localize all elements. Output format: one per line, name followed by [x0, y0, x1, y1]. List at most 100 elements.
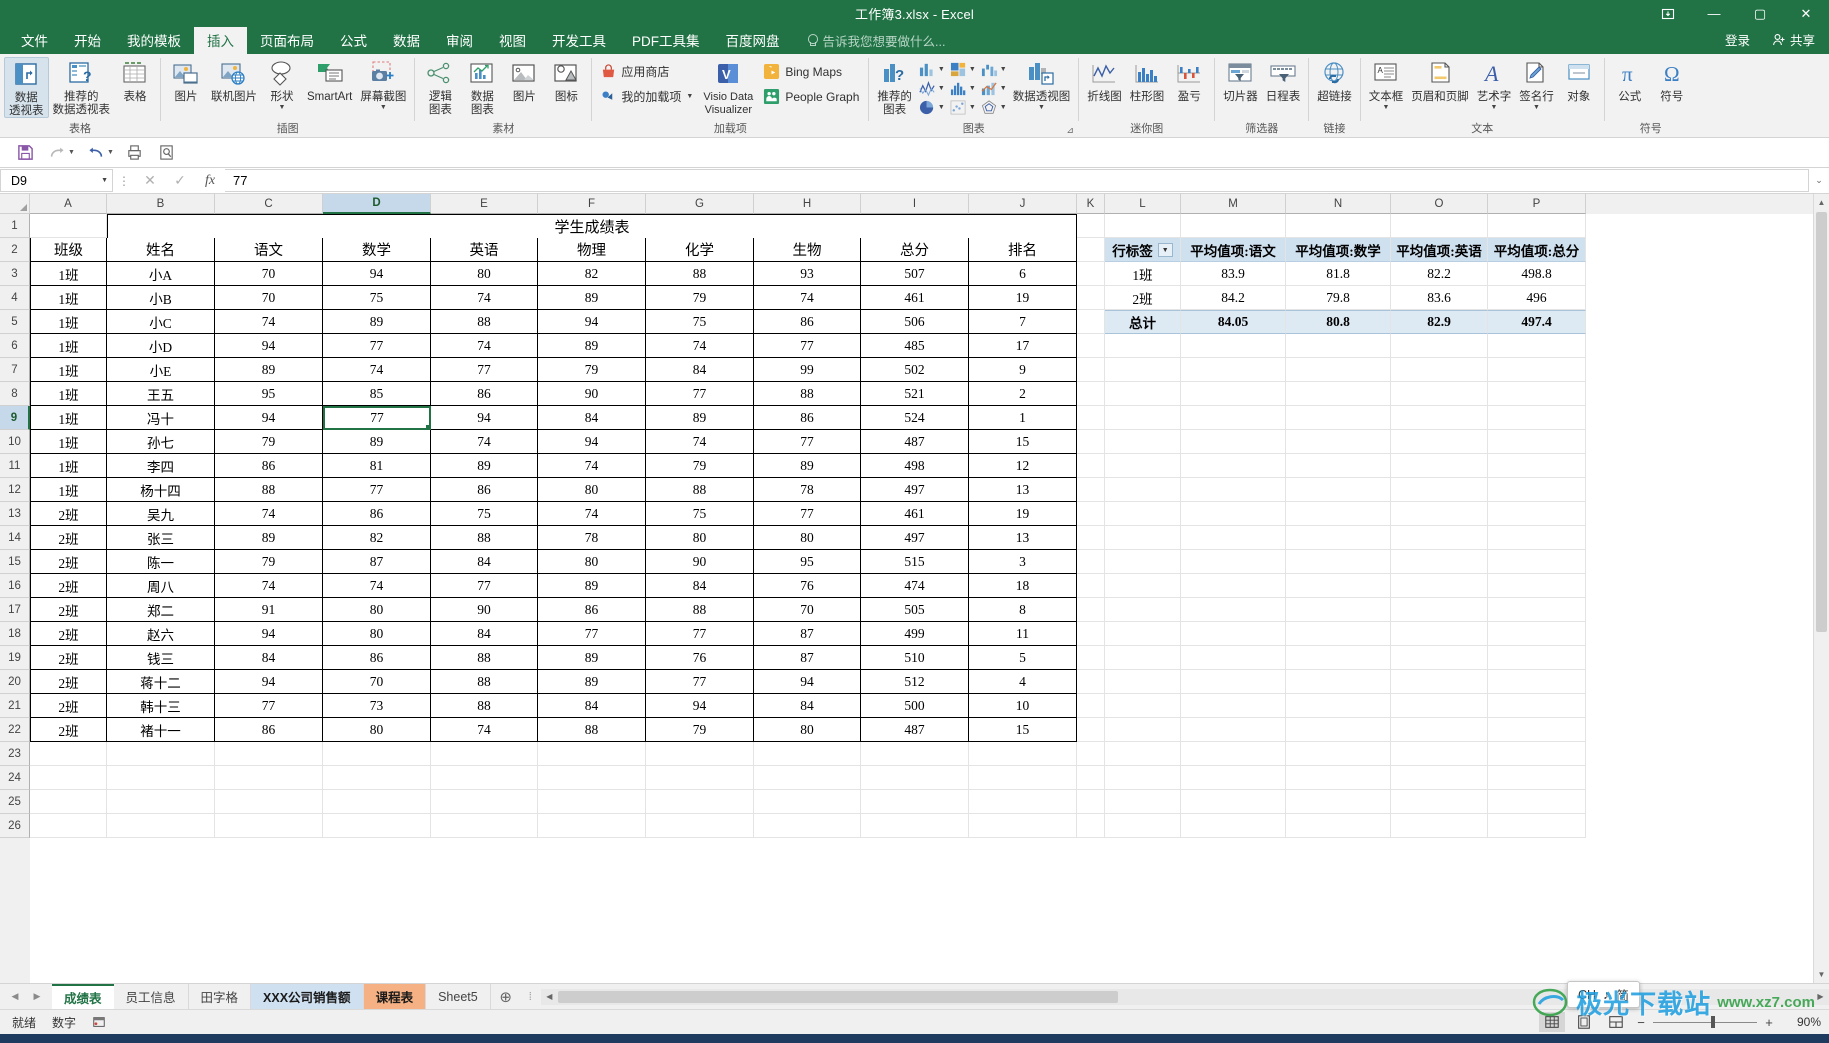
empty-cell[interactable] — [1181, 670, 1286, 694]
empty-cell[interactable] — [1391, 478, 1488, 502]
data-cell[interactable]: 1班 — [30, 286, 107, 310]
empty-cell[interactable] — [1077, 262, 1105, 286]
empty-cell[interactable] — [1391, 574, 1488, 598]
data-cell[interactable]: 1班 — [30, 454, 107, 478]
data-cell[interactable]: 88 — [538, 718, 646, 742]
data-cell[interactable]: 17 — [969, 334, 1077, 358]
data-cell[interactable]: 李四 — [107, 454, 215, 478]
empty-cell[interactable] — [1077, 646, 1105, 670]
empty-cell[interactable] — [1391, 430, 1488, 454]
data-cell[interactable]: 94 — [215, 670, 323, 694]
pivot-header-cell[interactable]: 平均值项:语文 — [1181, 238, 1286, 262]
empty-cell[interactable] — [1105, 670, 1181, 694]
scroll-right-button[interactable]: ▶ — [1812, 988, 1829, 1005]
data-cell[interactable]: 506 — [861, 310, 969, 334]
empty-cell[interactable] — [1105, 478, 1181, 502]
column-header-F[interactable]: F — [538, 194, 646, 214]
horizontal-scroll-thumb[interactable] — [557, 990, 1118, 1003]
sparkline-line-button[interactable]: 折线图 — [1083, 57, 1126, 104]
empty-cell[interactable] — [215, 766, 323, 790]
data-cell[interactable]: 91 — [215, 598, 323, 622]
sheet-tab-yuangongxinxi[interactable]: 员工信息 — [114, 984, 189, 1009]
data-cell[interactable]: 461 — [861, 502, 969, 526]
empty-cell[interactable] — [1077, 574, 1105, 598]
tab-page-layout[interactable]: 页面布局 — [247, 27, 327, 54]
data-cell[interactable]: 89 — [323, 310, 431, 334]
data-cell[interactable]: 75 — [646, 502, 754, 526]
sparkline-column-button[interactable]: 柱形图 — [1126, 57, 1169, 104]
empty-cell[interactable] — [646, 790, 754, 814]
pivot-data-cell[interactable]: 496 — [1488, 286, 1586, 310]
row-header-2[interactable]: 2 — [0, 238, 30, 262]
data-cell[interactable]: 郑二 — [107, 598, 215, 622]
page-layout-view-button[interactable] — [1571, 1012, 1597, 1032]
data-cell[interactable]: 461 — [861, 286, 969, 310]
empty-cell[interactable] — [1077, 502, 1105, 526]
table-header-cell[interactable]: 姓名 — [107, 238, 215, 262]
next-sheet-icon[interactable]: ▶ — [26, 985, 48, 1009]
empty-cell[interactable] — [1105, 406, 1181, 430]
row-header-16[interactable]: 16 — [0, 574, 30, 598]
empty-cell[interactable] — [1286, 718, 1391, 742]
empty-cell[interactable] — [1286, 742, 1391, 766]
empty-cell[interactable] — [1286, 790, 1391, 814]
data-cell[interactable]: 74 — [431, 430, 538, 454]
line-chart-button[interactable]: ▼ — [916, 79, 947, 98]
empty-cell[interactable] — [1391, 358, 1488, 382]
empty-cell[interactable] — [1391, 646, 1488, 670]
data-cell[interactable]: 515 — [861, 550, 969, 574]
empty-cell[interactable] — [1488, 334, 1586, 358]
data-cell[interactable]: 赵六 — [107, 622, 215, 646]
empty-cell[interactable] — [1181, 622, 1286, 646]
empty-cell[interactable] — [1105, 742, 1181, 766]
data-cell[interactable]: 74 — [646, 334, 754, 358]
filter-dropdown-icon[interactable]: ▼ — [1157, 242, 1173, 257]
data-cell[interactable]: 77 — [754, 430, 861, 454]
data-cell[interactable]: 89 — [215, 526, 323, 550]
data-cell[interactable]: 86 — [754, 406, 861, 430]
signature-line-dropdown-icon[interactable]: ▼ — [1533, 104, 1540, 111]
data-cell[interactable]: 89 — [538, 334, 646, 358]
pivot-data-cell[interactable]: 83.9 — [1181, 262, 1286, 286]
data-cell[interactable]: 498 — [861, 454, 969, 478]
empty-cell[interactable] — [1391, 622, 1488, 646]
empty-cell[interactable] — [754, 742, 861, 766]
data-cell[interactable]: 77 — [754, 334, 861, 358]
empty-cell[interactable] — [30, 790, 107, 814]
scroll-down-button[interactable]: ▼ — [1814, 966, 1829, 983]
empty-cell[interactable] — [1286, 574, 1391, 598]
data-cell[interactable]: 79 — [646, 718, 754, 742]
data-cell[interactable]: 87 — [323, 550, 431, 574]
data-cell[interactable]: 76 — [646, 646, 754, 670]
data-cell[interactable]: 1班 — [30, 334, 107, 358]
recommended-charts-button[interactable]: ? 推荐的 图表 — [873, 57, 916, 116]
tab-baidu-netdisk[interactable]: 百度网盘 — [713, 27, 793, 54]
scroll-up-button[interactable]: ▲ — [1814, 194, 1829, 211]
tab-insert[interactable]: 插入 — [194, 27, 247, 54]
data-cell[interactable]: 小C — [107, 310, 215, 334]
empty-cell[interactable] — [861, 814, 969, 838]
empty-cell[interactable] — [861, 742, 969, 766]
data-cell[interactable]: 74 — [323, 574, 431, 598]
empty-cell[interactable] — [1488, 454, 1586, 478]
data-cell[interactable]: 94 — [538, 310, 646, 334]
horizontal-split-handle[interactable]: ⁞ — [521, 984, 541, 1009]
data-cell[interactable]: 77 — [215, 694, 323, 718]
empty-cell[interactable] — [969, 742, 1077, 766]
data-cell[interactable]: 80 — [754, 718, 861, 742]
pivot-total-cell[interactable]: 84.05 — [1181, 310, 1286, 334]
empty-cell[interactable] — [538, 790, 646, 814]
column-header-O[interactable]: O — [1391, 194, 1488, 214]
column-header-L[interactable]: L — [1105, 194, 1181, 214]
data-cell[interactable]: 94 — [323, 262, 431, 286]
row-header-5[interactable]: 5 — [0, 310, 30, 334]
empty-cell[interactable] — [646, 742, 754, 766]
tab-file[interactable]: 文件 — [8, 27, 61, 54]
row-header-24[interactable]: 24 — [0, 766, 30, 790]
data-cell[interactable]: 蒋十二 — [107, 670, 215, 694]
data-cell[interactable]: 88 — [431, 670, 538, 694]
data-cell[interactable]: 5 — [969, 646, 1077, 670]
row-header-10[interactable]: 10 — [0, 430, 30, 454]
empty-cell[interactable] — [538, 742, 646, 766]
empty-cell[interactable] — [1105, 502, 1181, 526]
